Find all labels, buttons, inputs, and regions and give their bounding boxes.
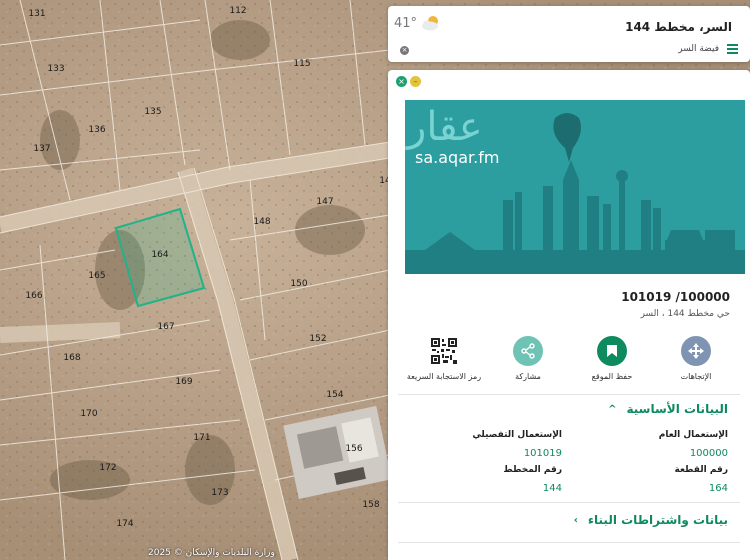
parcel-label-172: 172	[99, 463, 116, 473]
save-location-button[interactable]: حفظ الموقع	[572, 336, 652, 381]
menu-icon[interactable]	[727, 44, 738, 54]
plan-number-label: رقم المخطط	[503, 465, 562, 475]
place-subtitle-row[interactable]: فيضة السر	[678, 44, 738, 54]
parcel-label-174: 174	[116, 519, 133, 529]
temperature: 41°	[394, 15, 418, 31]
directions-button[interactable]: الإتجاهات	[656, 336, 736, 381]
general-use-label: الإستعمال العام	[658, 430, 728, 440]
divider	[398, 502, 740, 503]
general-use-field: الإستعمال العام 100000	[659, 430, 728, 459]
details-card: × – عقار sa.aqar.fm 101019 /100000 حي مخ…	[388, 70, 750, 560]
parcel-label-164: 164	[151, 250, 168, 260]
ad-info: 101019 /100000 حي مخطط 144 ، السر	[621, 290, 730, 319]
detailed-use-value: 101019	[523, 448, 562, 459]
save-location-label: حفظ الموقع	[591, 372, 633, 381]
parcel-label-170: 170	[80, 409, 97, 419]
parcel-label-133: 133	[47, 64, 64, 74]
parcel-number-value: 164	[708, 483, 728, 494]
detailed-use-label: الإستعمال التفصيلي	[472, 430, 562, 440]
plan-number-value: 144	[542, 483, 562, 494]
chevron-left-icon: ›	[573, 514, 578, 526]
parcel-label-168: 168	[63, 353, 80, 363]
parcel-label-147: 147	[316, 197, 333, 207]
side-panel: 41° × السر، مخطط 144 فيضة السر × – عقار …	[388, 0, 750, 560]
ad-number: 101019 /100000	[621, 290, 730, 304]
close-icon[interactable]: ×	[400, 46, 409, 55]
ad-location: حي مخطط 144 ، السر	[640, 309, 730, 319]
share-button[interactable]: مشاركة	[488, 336, 568, 381]
ad-banner[interactable]: عقار sa.aqar.fm	[405, 100, 745, 274]
weather-widget: 41°	[394, 14, 442, 32]
divider	[398, 542, 740, 543]
chevron-up-icon: ^	[608, 403, 617, 415]
parcel-label-152: 152	[309, 334, 326, 344]
parcel-label-169: 169	[175, 377, 192, 387]
qr-code-button[interactable]: رمز الاستجابة السريعة	[404, 336, 484, 381]
plan-number-field: رقم المخطط 144	[503, 465, 562, 494]
building-info-header[interactable]: بيانات واشتراطات البناء ›	[574, 513, 728, 527]
directions-icon	[681, 336, 711, 366]
minimize-panel-button[interactable]: –	[410, 76, 421, 87]
close-panel-button[interactable]: ×	[396, 76, 407, 87]
parcel-label-166: 166	[25, 291, 42, 301]
parcel-number-label: رقم القطعة	[674, 465, 728, 475]
parcel-label-136: 136	[88, 125, 105, 135]
parcel-label-148: 148	[253, 217, 270, 227]
detailed-use-field: الإستعمال التفصيلي 101019	[472, 430, 562, 459]
map-copyright: وزارة البلديات والإسكان © 2025	[148, 548, 275, 558]
parcel-label-171: 171	[193, 433, 210, 443]
place-title: السر، مخطط 144	[625, 20, 732, 34]
parcel-label-167: 167	[157, 322, 174, 332]
share-label: مشاركة	[515, 372, 541, 381]
city-skyline-icon	[405, 113, 745, 274]
parcel-label-131: 131	[28, 9, 45, 19]
place-subtitle: فيضة السر	[678, 44, 719, 54]
action-bar: الإتجاهات حفظ الموقع مشاركة رمز الاستجاب…	[407, 336, 736, 386]
place-card: 41° × السر، مخطط 144 فيضة السر	[388, 6, 750, 62]
parcel-label-165: 165	[88, 271, 105, 281]
parcel-label-158: 158	[362, 500, 379, 510]
basic-info-header[interactable]: البيانات الأساسية ^	[608, 402, 728, 416]
qr-code-label: رمز الاستجابة السريعة	[406, 372, 482, 381]
partly-cloudy-icon	[422, 16, 439, 31]
general-use-value: 100000	[689, 448, 728, 459]
directions-label: الإتجاهات	[680, 372, 712, 381]
parcel-label-156: 156	[345, 444, 362, 454]
bookmark-icon	[597, 336, 627, 366]
building-info-title: بيانات واشتراطات البناء	[587, 513, 728, 527]
parcel-label-115: 115	[293, 59, 310, 69]
share-icon	[513, 336, 543, 366]
qr-code-icon	[429, 336, 459, 366]
parcel-label-112: 112	[229, 6, 246, 16]
parcel-label-173: 173	[211, 488, 228, 498]
basic-info-title: البيانات الأساسية	[626, 402, 728, 416]
parcel-number-field: رقم القطعة 164	[674, 465, 728, 494]
parcel-label-150: 150	[290, 279, 307, 289]
parcel-label-135: 135	[144, 107, 161, 117]
divider	[398, 394, 740, 395]
parcel-label-154: 154	[326, 390, 343, 400]
parcel-label-137: 137	[33, 144, 50, 154]
